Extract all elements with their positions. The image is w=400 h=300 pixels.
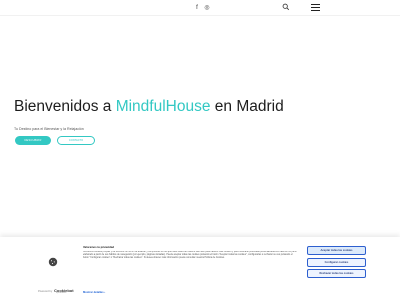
header-divider [0,15,400,16]
hero-title-suffix: en Madrid [210,98,284,116]
powered-by-label: Powered by [38,290,53,293]
cookiebot-subtext: by Usercentrics [56,293,67,294]
search-icon[interactable] [282,3,290,11]
menu-icon[interactable] [311,4,320,12]
contact-button[interactable]: CONTACTO [57,136,95,145]
top-header: f ◎ [0,0,400,15]
cookie-banner: Powered by Cookiebot by Usercentrics Val… [0,237,400,300]
cookie-details-label: Mostrar detalles [83,291,104,294]
instagram-icon[interactable]: ◎ [203,4,211,12]
hero-title: Bienvenidos a MindfulHouse en Madrid [14,98,344,116]
reject-cookies-button[interactable]: Rechazar todas las cookies [307,269,366,278]
accept-cookies-button[interactable]: Aceptar todas las cookies [307,246,366,255]
cookie-banner-title: Valoramos tu privacidad [83,246,115,249]
hero-title-prefix: Bienvenidos a [14,98,116,116]
facebook-icon[interactable]: f [193,4,201,12]
cookie-banner-text: Utilizamos cookies propias y de terceros… [83,251,297,260]
cookie-icon [48,257,58,267]
brand-name: MindfulHouse [115,98,211,116]
cookie-details-link[interactable]: Mostrar detalles › [83,291,105,294]
hero-subtitle: Tu Destino para el Bienestar y la Relaja… [14,127,84,131]
configure-cookies-button[interactable]: Configurar cookies [307,258,366,267]
discover-button[interactable]: DESCUBRIR [15,136,51,145]
